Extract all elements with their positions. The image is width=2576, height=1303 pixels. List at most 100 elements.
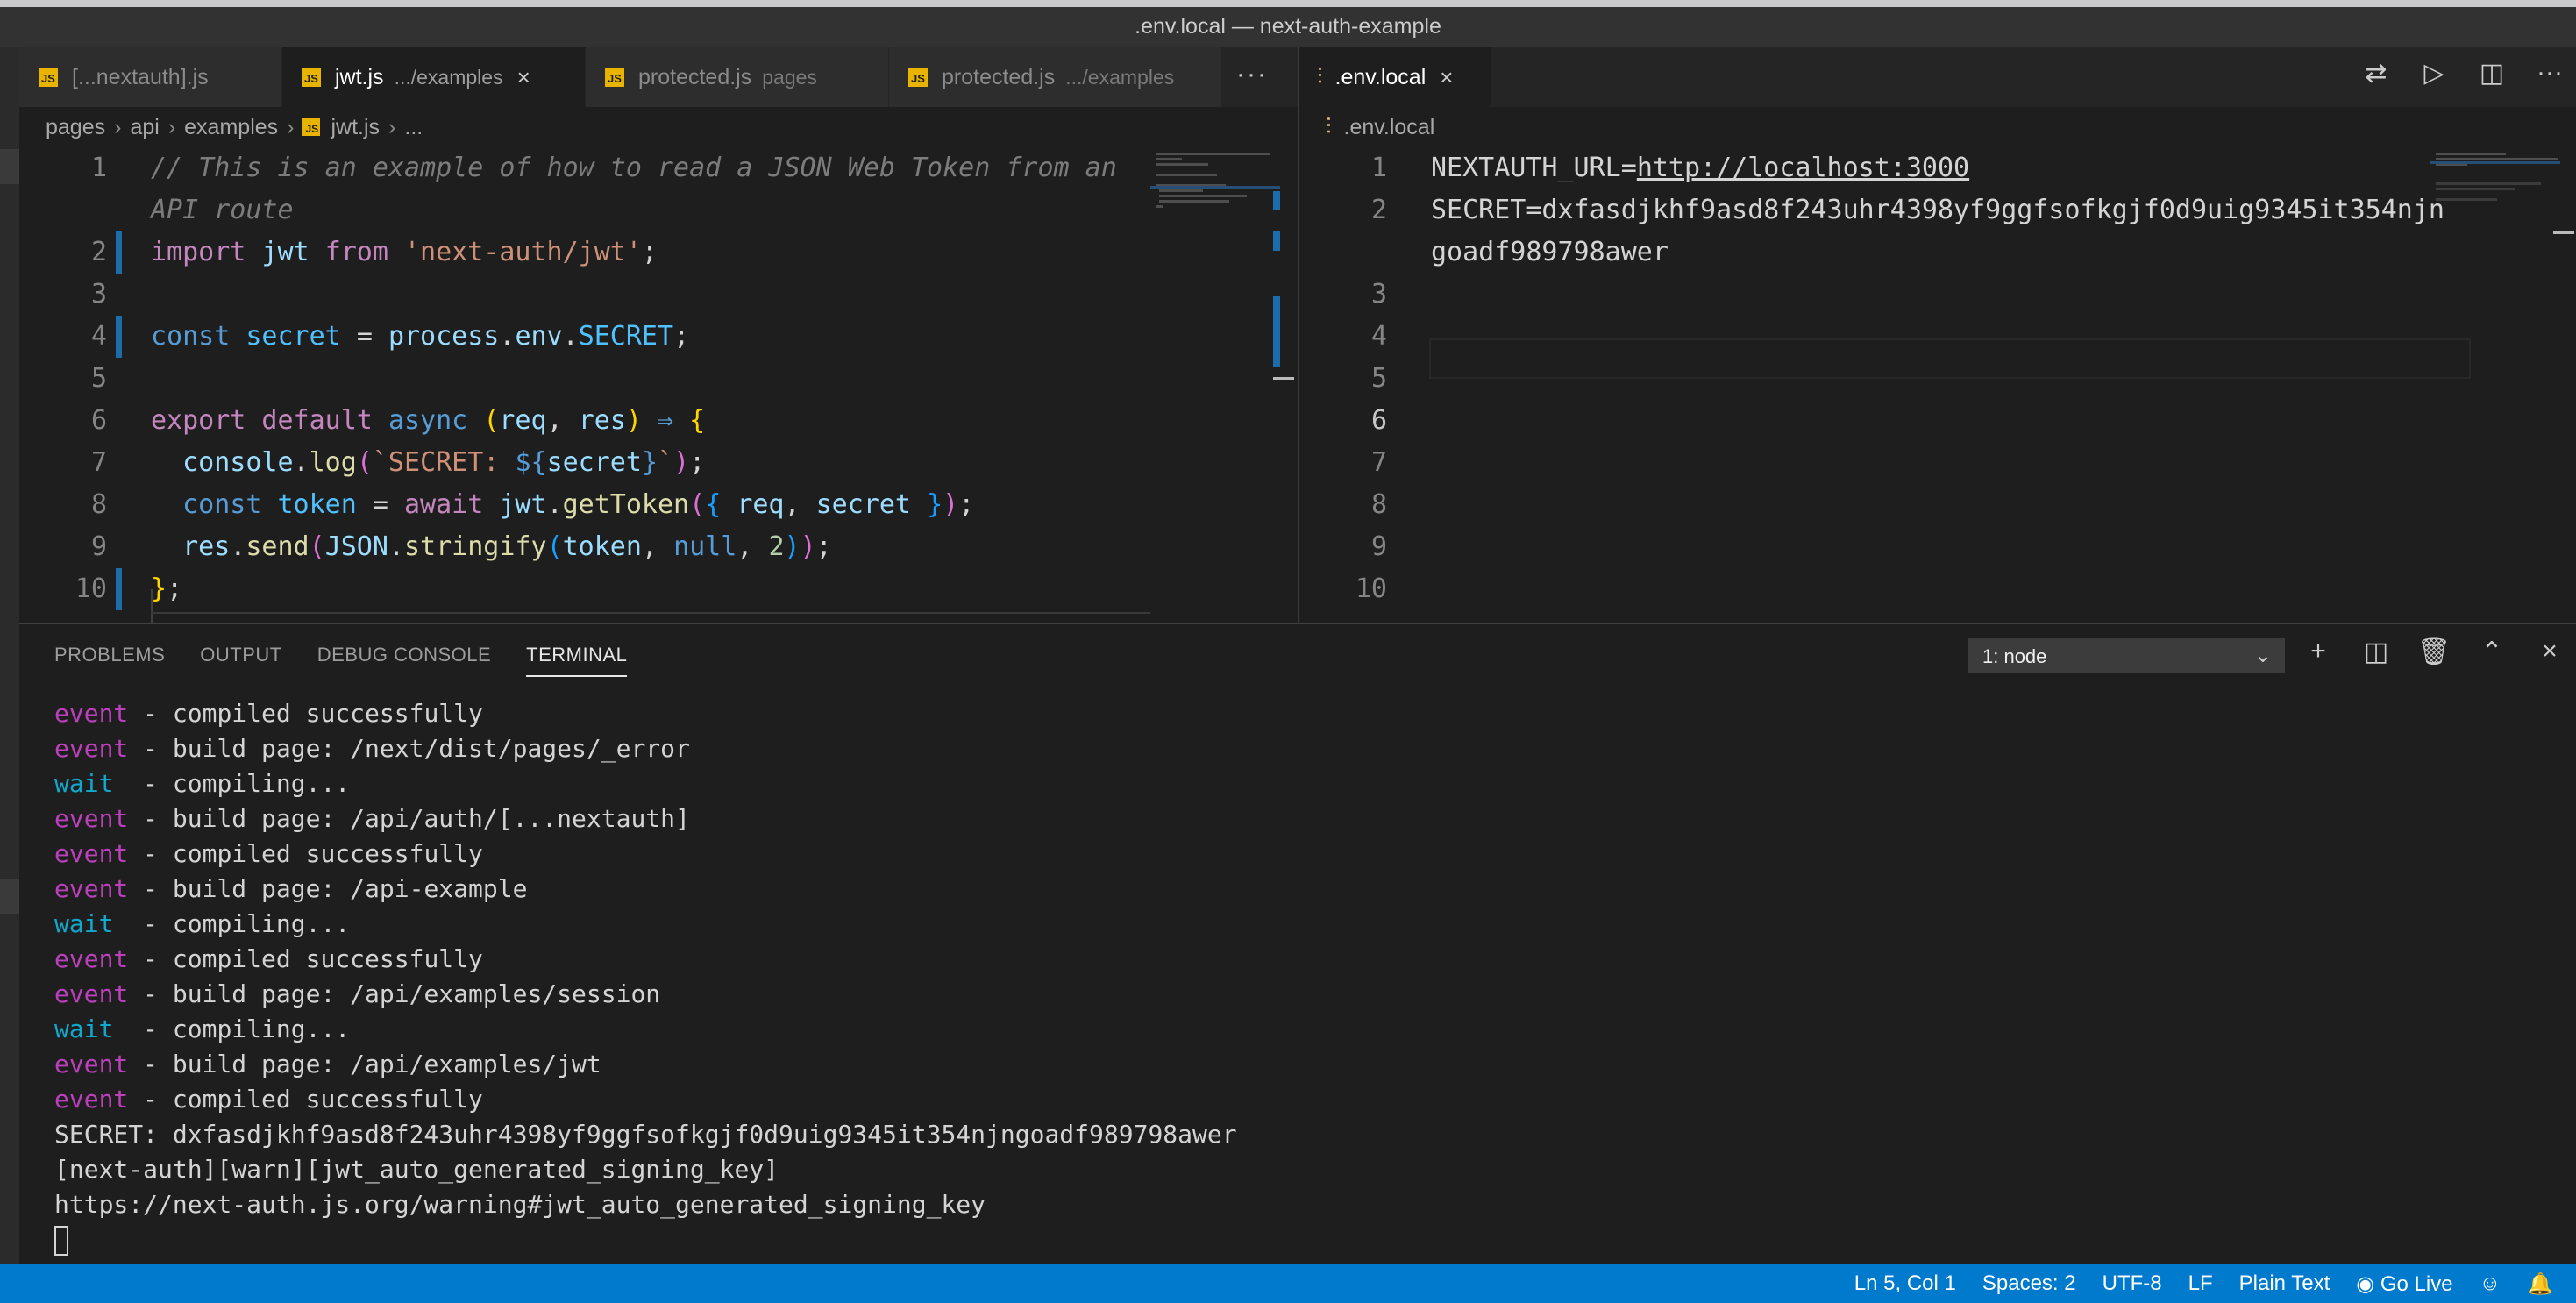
code-line[interactable]: 10 <box>1299 568 2576 610</box>
breadcrumb-item[interactable]: .env.local <box>1344 115 1435 140</box>
code-token: . <box>293 447 310 478</box>
encoding[interactable]: UTF-8 <box>2103 1271 2162 1296</box>
breadcrumb-item[interactable]: jwt.js <box>331 115 380 140</box>
tab-jwt-js[interactable]: JS jwt.js .../examples × <box>282 47 586 107</box>
tab-description: .../examples <box>1065 65 1175 89</box>
code-editor-env-local[interactable]: 1 NEXTAUTH_URL=http://localhost:3000 2 SECR… <box>1299 147 2576 623</box>
code-token: null <box>673 531 737 562</box>
more-actions-icon[interactable]: ··· <box>1236 60 1268 89</box>
terminal-output[interactable]: event - compiled successfully event - bui… <box>54 696 1237 1257</box>
log-level: event <box>54 979 129 1008</box>
code-line[interactable]: 5 <box>19 358 1298 400</box>
code-token: async <box>388 405 484 436</box>
terminal-prompt[interactable] <box>54 1222 1237 1257</box>
code-token: , <box>737 531 769 562</box>
code-token: token <box>562 531 642 562</box>
code-line[interactable]: 9 <box>1299 526 2576 568</box>
code-token: ) <box>800 531 816 562</box>
code-token: ) <box>943 489 959 520</box>
go-live-button[interactable]: ◉ Go Live <box>2356 1271 2452 1297</box>
line-number: 2 <box>1370 195 1387 225</box>
code-line[interactable]: goadf989798awer <box>1299 231 2576 274</box>
close-icon[interactable]: × <box>1440 64 1453 91</box>
open-changes-icon[interactable]: ⇄ <box>2359 58 2394 89</box>
line-number: 1 <box>1370 153 1387 183</box>
tab-protected-js-pages[interactable]: JS protected.js pages <box>586 47 889 107</box>
line-number: 8 <box>1370 489 1387 520</box>
tab-output[interactable]: OUTPUT <box>200 644 281 677</box>
code-line[interactable]: 4 const secret = process.env.SECRET; <box>19 316 1298 358</box>
tab-env-local[interactable]: ⫶ .env.local × <box>1299 47 1492 107</box>
breadcrumb-item[interactable]: ... <box>404 115 423 140</box>
code-line[interactable]: 3 <box>19 274 1298 316</box>
code-line[interactable]: 1 // This is an example of how to read a … <box>19 147 1298 189</box>
close-panel-icon[interactable]: × <box>2530 637 2569 667</box>
breadcrumb-item[interactable]: pages <box>46 115 105 140</box>
code-token: const <box>182 489 278 520</box>
breadcrumb-item[interactable]: api <box>130 115 159 140</box>
code-token: export default <box>151 405 388 436</box>
breadcrumb-item[interactable]: examples <box>184 115 278 140</box>
maximize-panel-icon[interactable]: ⌃ <box>2473 637 2511 667</box>
line-number: 2 <box>90 237 107 267</box>
minimap[interactable] <box>1150 147 1280 623</box>
code-line[interactable]: 6 <box>1299 400 2576 442</box>
code-token: = <box>356 321 388 352</box>
log-level: event <box>54 944 129 973</box>
language-mode[interactable]: Plain Text <box>2239 1271 2330 1296</box>
feedback-icon[interactable]: ☺ <box>2480 1271 2501 1296</box>
code-line[interactable]: 4 <box>1299 316 2576 358</box>
tab-terminal[interactable]: TERMINAL <box>526 644 628 677</box>
js-file-icon: JS <box>908 68 928 87</box>
log-message: - compiled successfully <box>128 944 483 973</box>
split-editor-icon[interactable]: ◫ <box>2474 58 2509 89</box>
code-line[interactable]: 6 export default async (req, res) ⇒ { <box>19 400 1298 442</box>
tab-protected-js-examples[interactable]: JS protected.js .../examples <box>889 47 1222 107</box>
bell-icon[interactable]: 🔔 <box>2527 1271 2553 1297</box>
git-change-marker[interactable] <box>116 316 122 358</box>
tab-debug-console[interactable]: DEBUG CONSOLE <box>317 644 491 677</box>
code-line[interactable]: 2 import jwt from 'next-auth/jwt'; <box>19 231 1298 274</box>
git-change-marker[interactable] <box>116 231 122 274</box>
line-number: 8 <box>90 489 107 520</box>
split-terminal-icon[interactable]: ◫ <box>2357 637 2395 667</box>
code-line[interactable]: 5 <box>1299 358 2576 400</box>
indentation[interactable]: Spaces: 2 <box>1982 1271 2076 1296</box>
tab-problems[interactable]: PROBLEMS <box>54 644 165 677</box>
git-change-marker[interactable] <box>116 568 122 610</box>
terminal-line: SECRET: dxfasdjkhf9asd8f243uhr4398yf9ggf… <box>54 1117 1237 1152</box>
panel-tabs: PROBLEMS OUTPUT DEBUG CONSOLE TERMINAL <box>54 644 628 677</box>
code-token: = <box>372 489 404 520</box>
end-of-line[interactable]: LF <box>2188 1271 2213 1296</box>
code-line[interactable]: 10}; <box>19 568 1298 610</box>
code-line[interactable]: 9 res.send(JSON.stringify(token, null, 2… <box>19 526 1298 568</box>
code-line[interactable]: 3 <box>1299 274 2576 316</box>
code-token: SECRET <box>578 321 674 352</box>
new-terminal-icon[interactable]: + <box>2299 637 2338 667</box>
run-icon[interactable]: ▷ <box>2416 58 2451 89</box>
code-token: { <box>689 405 706 436</box>
code-line[interactable]: 7 <box>1299 442 2576 484</box>
code-token: await <box>404 489 500 520</box>
close-icon[interactable]: × <box>517 64 530 91</box>
code-token: console <box>182 447 294 478</box>
code-line[interactable]: API route <box>19 189 1298 231</box>
minimap[interactable] <box>2430 147 2560 623</box>
left-editor-tabs: JS [...nextauth].js JS jwt.js .../exampl… <box>19 47 1298 107</box>
code-line[interactable]: 7 console.log(`SECRET: ${secret}`); <box>19 442 1298 484</box>
tab-nextauth-js[interactable]: JS [...nextauth].js <box>19 47 282 107</box>
code-line[interactable]: 1 NEXTAUTH_URL=http://localhost:3000 <box>1299 147 2576 189</box>
code-line[interactable]: 8 const token = await jwt.getToken({ req… <box>19 484 1298 526</box>
terminal-line: event - build page: /api-example <box>54 872 1237 907</box>
code-line[interactable]: 2 SECRET=dxfasdjkhf9asd8f243uhr4398yf9ggf… <box>1299 189 2576 231</box>
terminal-select[interactable]: 1: node ⌄ <box>1968 638 2285 673</box>
code-line[interactable]: 8 <box>1299 484 2576 526</box>
more-actions-icon[interactable]: ··· <box>2532 58 2567 89</box>
code-editor-jwt-js[interactable]: 1 // This is an example of how to read a … <box>19 147 1298 623</box>
cursor-position[interactable]: Ln 5, Col 1 <box>1854 1271 1956 1296</box>
log-message: - build page: /api/examples/jwt <box>128 1050 601 1079</box>
trash-icon[interactable]: 🗑 <box>2415 637 2453 667</box>
